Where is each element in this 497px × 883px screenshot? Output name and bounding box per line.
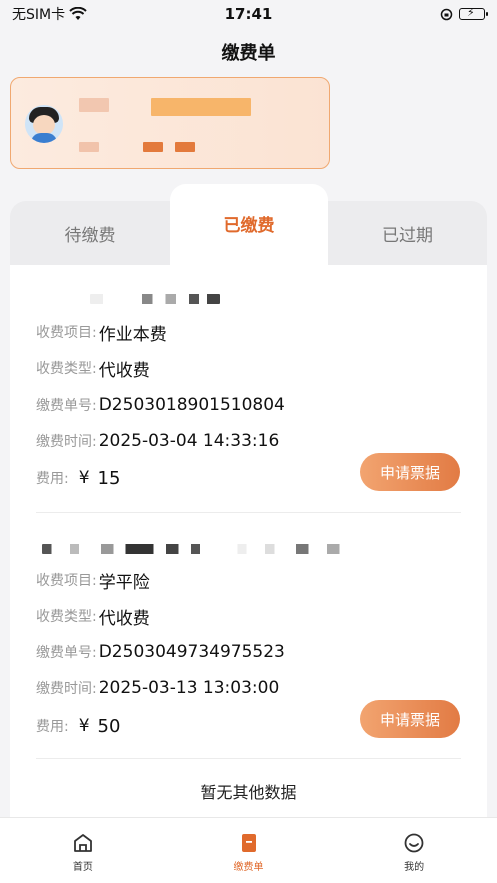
page-title: 缴费单 (221, 43, 276, 64)
avatar (25, 105, 63, 143)
fee-label: 费用: (36, 471, 69, 487)
order-no-value: D2503049734975523 (98, 642, 285, 662)
redacted-title (90, 294, 220, 304)
list-item: 收费项目: 作业本费 收费类型: 代收费 缴费单号: D250301890151… (10, 265, 487, 513)
status-time: 17:41 (224, 5, 273, 23)
redacted-name (79, 98, 109, 112)
redacted-id (79, 142, 99, 152)
currency-symbol: ¥ (78, 716, 90, 736)
tabbar-item-bills[interactable]: 缴费单 (166, 818, 332, 883)
item-value: 作业本费 (98, 324, 167, 345)
type-value: 代收费 (98, 608, 150, 629)
fee-value: 15 (97, 467, 121, 489)
type-label: 收费类型: (36, 361, 97, 377)
order-no-value: D2503018901510804 (98, 395, 285, 415)
fee-value: 50 (97, 715, 121, 737)
home-icon (73, 834, 92, 852)
paid-list: 收费项目: 作业本费 收费类型: 代收费 缴费单号: D250301890151… (10, 265, 487, 817)
divider (36, 758, 461, 759)
carrier-text: 无SIM卡 (12, 7, 66, 23)
status-bar: 无SIM卡 17:41 ⚡ (0, 0, 497, 28)
redacted-id-2 (143, 142, 163, 152)
apply-invoice-button[interactable]: 申请票据 (360, 453, 460, 491)
redacted-title (42, 544, 352, 554)
type-value: 代收费 (98, 360, 150, 381)
fee-label: 费用: (36, 719, 69, 735)
list-item: 收费项目: 学平险 收费类型: 代收费 缴费单号: D2503049734975… (10, 513, 487, 759)
bill-icon (241, 834, 256, 852)
wifi-icon (69, 7, 87, 20)
item-value: 学平险 (98, 572, 150, 593)
redacted-id-3 (175, 142, 195, 152)
tabbar-label-bills: 缴费单 (233, 862, 264, 873)
tabbar-label-mine: 我的 (404, 862, 425, 873)
bottom-tab-bar: 首页 缴费单 我的 (0, 817, 497, 883)
order-no-label: 缴费单号: (36, 645, 97, 661)
item-label: 收费项目: (36, 325, 97, 341)
tabbar-item-home[interactable]: 首页 (0, 818, 166, 883)
time-value: 2025-03-04 14:33:16 (98, 431, 280, 451)
time-label: 缴费时间: (36, 681, 97, 697)
tabbar-label-home: 首页 (72, 862, 93, 873)
time-value: 2025-03-13 13:03:00 (98, 678, 280, 698)
tabbar-item-mine[interactable]: 我的 (331, 818, 497, 883)
tab-expired[interactable]: 已过期 (328, 201, 487, 265)
battery-icon: ⚡ (459, 6, 488, 20)
tab-paid[interactable]: 已缴费 (170, 184, 328, 268)
student-profile-card (10, 77, 330, 169)
type-label: 收费类型: (36, 609, 97, 625)
smile-icon (404, 833, 424, 853)
orientation-lock-icon (440, 8, 453, 20)
no-more-data-text: 暂无其他数据 (200, 783, 297, 802)
apply-invoice-button[interactable]: 申请票据 (360, 700, 460, 738)
time-label: 缴费时间: (36, 434, 97, 450)
tab-pending[interactable]: 待缴费 (10, 201, 170, 265)
currency-symbol: ¥ (78, 468, 90, 488)
item-label: 收费项目: (36, 573, 97, 589)
redacted-class (151, 98, 251, 116)
order-no-label: 缴费单号: (36, 398, 97, 414)
